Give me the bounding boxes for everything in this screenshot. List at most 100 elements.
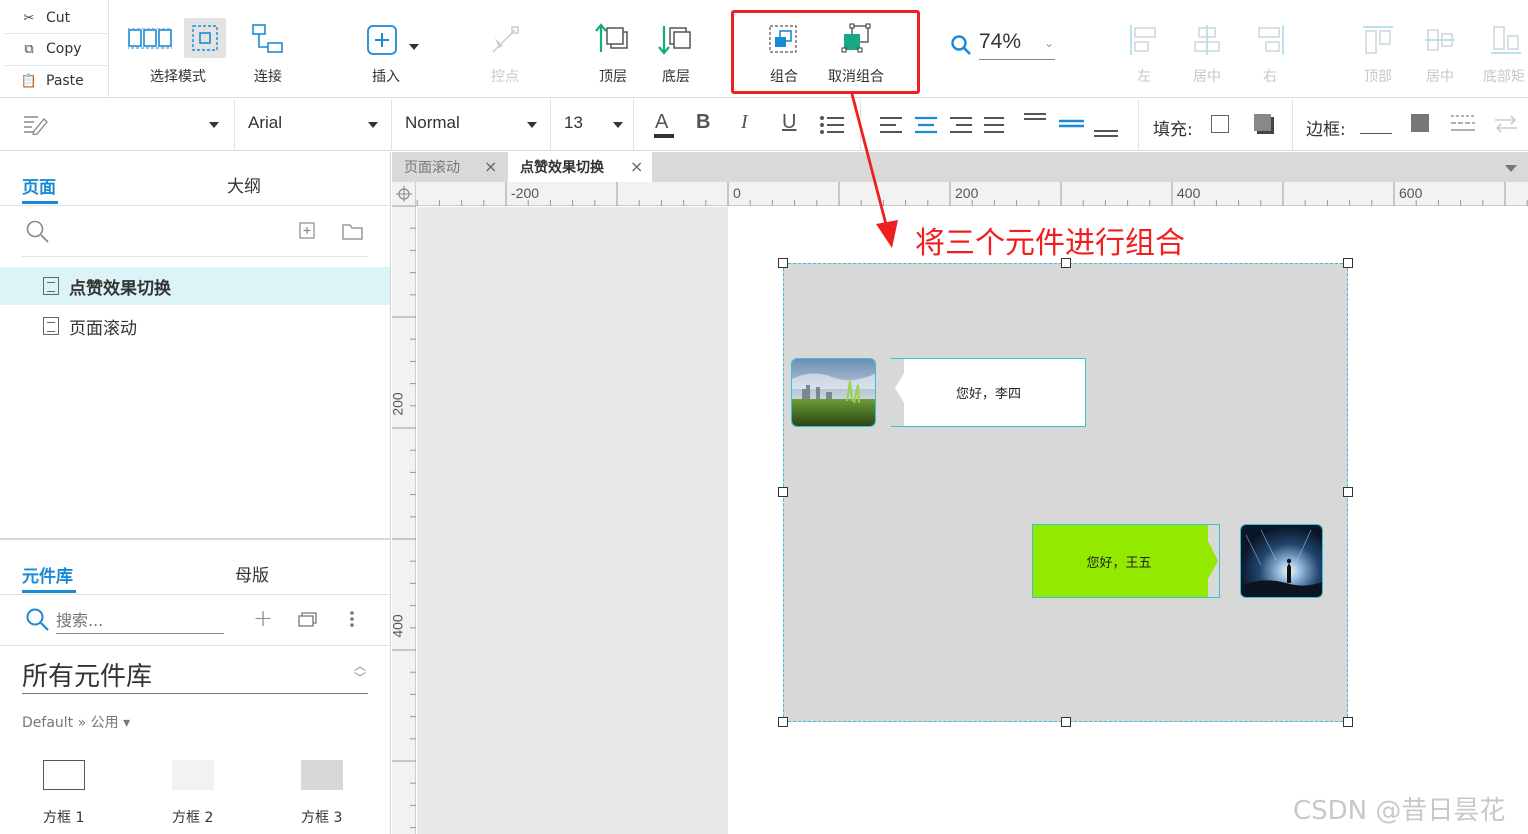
select-mode-group: 选择模式 — [126, 14, 226, 85]
ruler-origin[interactable] — [392, 182, 416, 206]
border-style-button[interactable] — [1411, 114, 1429, 132]
paste-button[interactable]: 📋 Paste — [4, 66, 106, 96]
chevron-updown-icon: ︿ ﹀ — [354, 659, 367, 685]
zoom-value: 74% — [979, 30, 1022, 53]
insert-plus-icon — [367, 25, 419, 55]
chevron-down-icon — [209, 122, 219, 128]
align-middle-button[interactable]: 居中 — [1420, 14, 1460, 85]
page-icon — [43, 317, 59, 335]
send-to-back-button[interactable]: 底层 — [656, 14, 696, 85]
insert-button[interactable]: 插入 — [366, 14, 419, 85]
font-color-button[interactable]: A — [653, 111, 675, 139]
connect-label: 连接 — [254, 69, 282, 85]
ruler-horizontal: -200 0 200 400 600 — [392, 182, 1528, 206]
annotation-arrow — [850, 93, 898, 248]
chat-bubble-left[interactable]: 您好，李四 — [891, 358, 1086, 427]
avatar-image-night[interactable] — [1240, 524, 1323, 598]
underline-icon[interactable]: U — [782, 111, 796, 134]
paste-icon: 📋 — [20, 73, 38, 89]
widget-box-1[interactable] — [43, 760, 85, 790]
fill-color-swatch[interactable] — [1211, 115, 1229, 133]
line-style-icon[interactable] — [1450, 113, 1476, 135]
chat-bubble-right[interactable]: 您好，王五 — [1032, 524, 1220, 598]
align-middle-icon — [1425, 29, 1455, 51]
align-top-icon — [1363, 26, 1393, 54]
tab-outline[interactable]: 大纲 — [227, 172, 261, 197]
bubble-tail — [891, 359, 904, 426]
tab-label: 点赞效果切换 — [520, 160, 604, 176]
tab-pages[interactable]: 页面 — [22, 173, 56, 198]
tab-masters[interactable]: 母版 — [235, 561, 269, 586]
align-text-center-icon — [915, 116, 937, 134]
document-tabs: 页面滚动 × 点赞效果切换 × — [392, 152, 1528, 182]
select-contained-button[interactable] — [184, 18, 226, 58]
style-dropdown[interactable] — [0, 99, 234, 151]
grouped-selection[interactable] — [783, 263, 1348, 722]
widget-label: 方框 3 — [301, 810, 343, 826]
library-breadcrumb[interactable]: Default » 公用 ▾ — [22, 712, 130, 732]
control-point-button[interactable]: 控点 — [485, 14, 525, 85]
library-search-input[interactable] — [56, 608, 224, 634]
align-right-button[interactable]: 右 — [1250, 14, 1290, 85]
page-item-like-toggle[interactable]: 点赞效果切换 — [0, 267, 390, 305]
copy-button[interactable]: ⧉ Copy — [4, 34, 106, 64]
insert-label: 插入 — [372, 69, 400, 85]
cut-button[interactable]: ✂ Cut — [4, 3, 106, 33]
tab-page-scroll[interactable]: 页面滚动 × — [392, 152, 506, 182]
font-family-dropdown[interactable]: Arial — [235, 99, 391, 151]
align-center-label: 居中 — [1193, 69, 1221, 85]
tab-like-toggle[interactable]: 点赞效果切换 × — [508, 152, 652, 182]
font-style-value: Normal — [405, 113, 460, 132]
close-icon[interactable]: × — [484, 157, 497, 176]
connect-button[interactable]: 连接 — [248, 14, 288, 85]
font-style-dropdown[interactable]: Normal — [392, 99, 550, 151]
add-folder-icon[interactable] — [342, 222, 364, 240]
zoom-dropdown[interactable]: 74% ⌄ — [950, 28, 1060, 62]
align-bottom-button[interactable]: 底部矩 — [1483, 14, 1525, 85]
font-size-dropdown[interactable]: 13 — [551, 99, 633, 151]
close-icon[interactable]: × — [630, 157, 643, 176]
resize-handle[interactable] — [1343, 717, 1353, 727]
resize-handle[interactable] — [778, 258, 788, 268]
tab-library[interactable]: 元件库 — [22, 562, 73, 587]
ungroup-button[interactable]: 取消组合 — [828, 14, 884, 85]
bring-to-front-button[interactable]: 顶层 — [593, 14, 633, 85]
bubble-text: 您好，王五 — [1086, 555, 1152, 571]
canvas-offpage-area — [417, 207, 728, 834]
add-page-icon[interactable] — [299, 222, 317, 240]
resize-handle[interactable] — [1343, 258, 1353, 268]
group-button[interactable]: 组合 — [764, 14, 804, 85]
page-item-page-scroll[interactable]: 页面滚动 — [0, 307, 390, 345]
search-icon[interactable] — [25, 219, 51, 245]
library-select[interactable]: 所有元件库 ︿ ﹀ — [22, 654, 368, 694]
bottom-layer-label: 底层 — [662, 69, 690, 85]
ruler-label: 400 — [389, 614, 406, 638]
border-color-picker[interactable] — [1360, 133, 1392, 134]
add-library-icon[interactable]: + — [253, 604, 273, 632]
align-left-button[interactable]: 左 — [1124, 14, 1164, 85]
italic-icon[interactable]: I — [741, 111, 748, 134]
widget-label: 方框 2 — [172, 810, 214, 826]
bold-icon[interactable]: B — [696, 111, 710, 134]
tabs-menu-icon[interactable] — [1505, 165, 1517, 172]
left-panel: 页面 大纲 点赞效果切换 页面滚动 元件库 母版 + 所有元件库 — [0, 152, 391, 834]
resize-handle[interactable] — [1061, 717, 1071, 727]
group-label: 组合 — [770, 69, 798, 85]
shadow-button[interactable] — [1254, 114, 1274, 134]
resize-handle[interactable] — [778, 487, 788, 497]
swap-arrows-icon[interactable] — [1493, 113, 1519, 135]
more-vertical-icon[interactable] — [349, 610, 355, 628]
valign-bottom-icon — [1094, 130, 1118, 137]
widget-box-2[interactable] — [172, 760, 214, 790]
align-center-button[interactable]: 居中 — [1187, 14, 1227, 85]
library-manage-icon[interactable] — [298, 610, 320, 628]
avatar-image-landscape[interactable] — [791, 358, 876, 427]
chevron-down-icon — [368, 122, 378, 128]
align-top-button[interactable]: 顶部 — [1358, 14, 1398, 85]
widget-box-3[interactable] — [301, 760, 343, 790]
top-layer-label: 顶层 — [599, 69, 627, 85]
resize-handle[interactable] — [1343, 487, 1353, 497]
resize-handle[interactable] — [778, 717, 788, 727]
select-intersect-icon[interactable] — [128, 28, 172, 50]
library-name: 所有元件库 — [22, 662, 153, 692]
